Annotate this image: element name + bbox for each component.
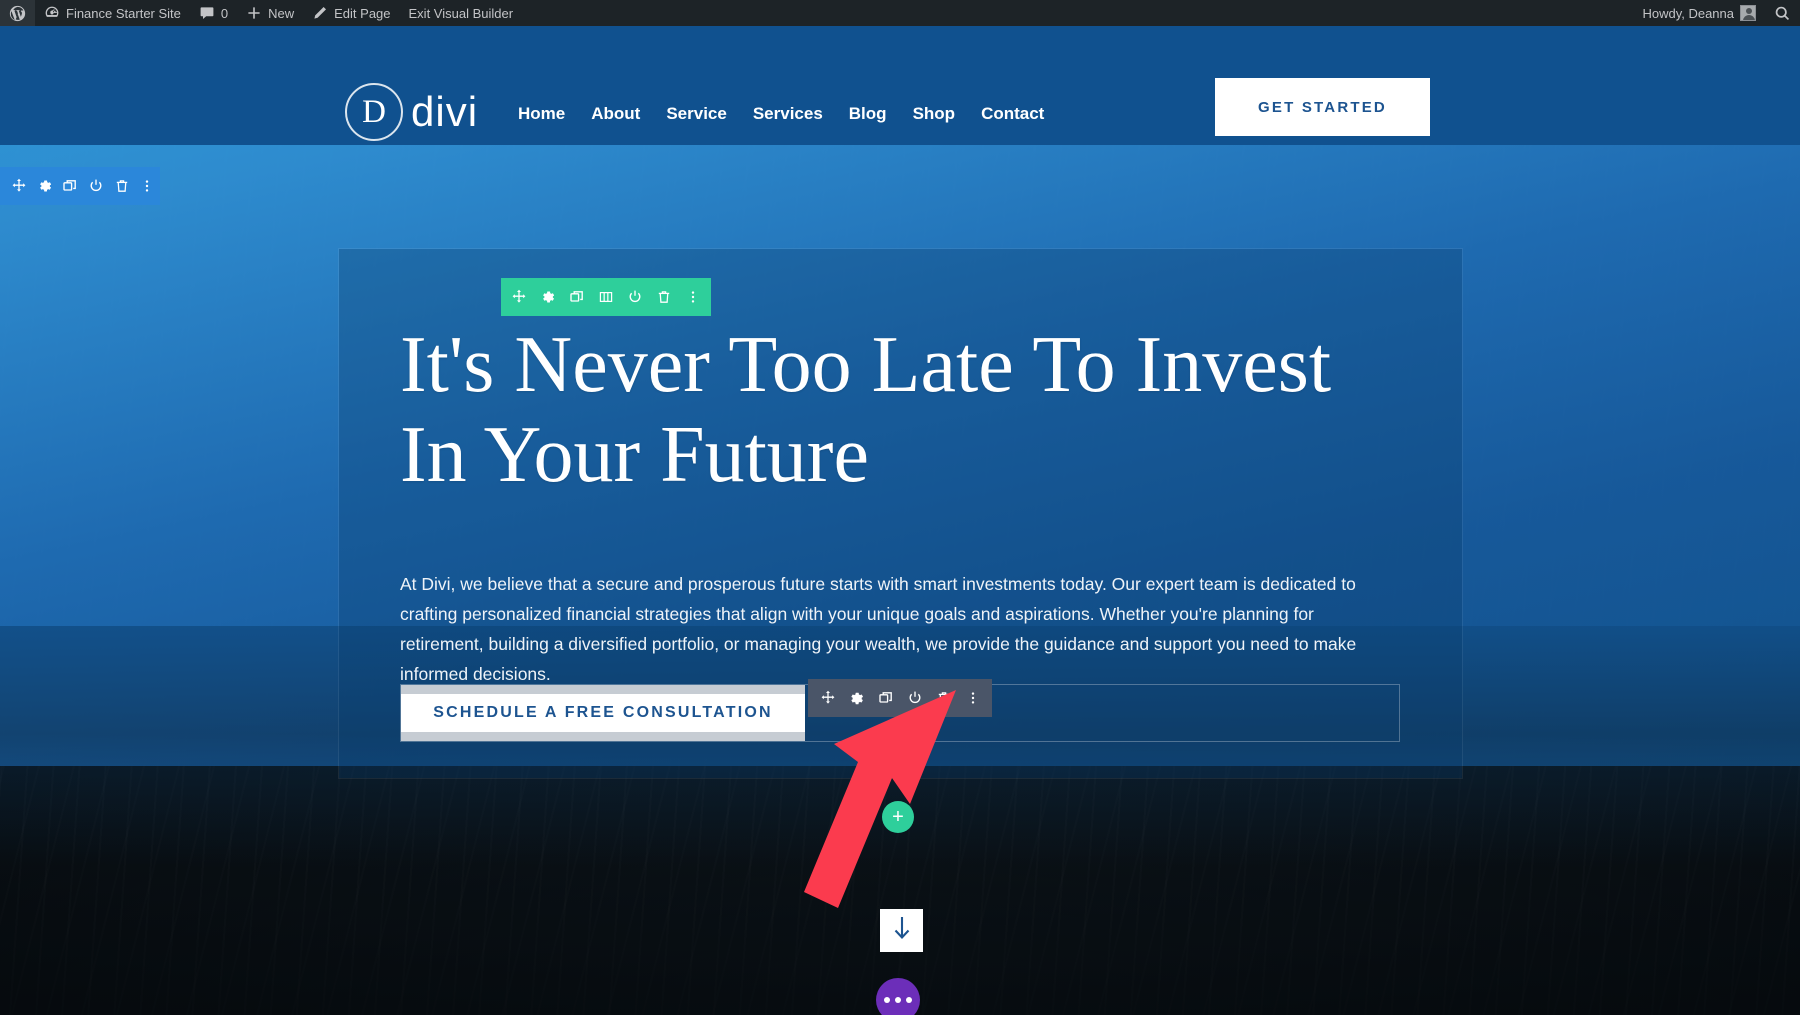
admin-bar-edit-page[interactable]: Edit Page — [303, 0, 399, 26]
vertical-dots-icon[interactable] — [134, 167, 160, 205]
three-dots-icon-dot3 — [906, 997, 912, 1003]
admin-bar-new-label: New — [268, 5, 295, 21]
wp-admin-bar: Finance Starter Site 0 New Edit Page Exi… — [0, 0, 1800, 26]
nav-item-service[interactable]: Service — [653, 98, 740, 130]
move-handle-icon[interactable] — [6, 167, 32, 205]
admin-bar-comments[interactable]: 0 — [190, 0, 237, 26]
admin-bar-site-name-label: Finance Starter Site — [66, 5, 181, 21]
site-header-inner: D divi Home About Service Services Blog … — [0, 26, 1800, 145]
move-handle-icon[interactable] — [813, 679, 842, 717]
schedule-consultation-button[interactable]: SCHEDULE A FREE CONSULTATION — [401, 685, 805, 741]
site-header: D divi Home About Service Services Blog … — [0, 26, 1800, 145]
module-toolbar — [808, 679, 992, 717]
trash-icon[interactable] — [650, 278, 679, 316]
pencil-icon — [312, 5, 328, 21]
admin-bar-search[interactable] — [1765, 0, 1800, 26]
site-logo[interactable]: D divi — [345, 83, 478, 141]
comment-bubble-icon — [199, 5, 215, 21]
vertical-dots-icon[interactable] — [958, 679, 987, 717]
arrow-down-icon — [890, 914, 914, 947]
admin-bar-greeting: Howdy, Deanna — [1642, 5, 1734, 21]
power-icon[interactable] — [83, 167, 109, 205]
trash-icon[interactable] — [109, 167, 135, 205]
admin-bar-edit-page-label: Edit Page — [334, 5, 391, 21]
nav-item-services[interactable]: Services — [740, 98, 836, 130]
admin-bar-exit-visual-builder-label: Exit Visual Builder — [408, 5, 514, 21]
duplicate-icon[interactable] — [871, 679, 900, 717]
admin-bar-exit-visual-builder[interactable]: Exit Visual Builder — [400, 0, 523, 26]
dashboard-icon — [44, 5, 60, 21]
scroll-down-button[interactable] — [880, 909, 923, 952]
duplicate-icon[interactable] — [57, 167, 83, 205]
admin-bar-wordpress-logo[interactable] — [0, 0, 35, 26]
admin-bar-my-account[interactable]: Howdy, Deanna — [1633, 0, 1765, 26]
nav-item-blog[interactable]: Blog — [836, 98, 900, 130]
nav-item-home[interactable]: Home — [505, 98, 578, 130]
gear-icon[interactable] — [534, 278, 563, 316]
page-canvas: D divi Home About Service Services Blog … — [0, 26, 1800, 1015]
power-icon[interactable] — [621, 278, 650, 316]
admin-bar-new[interactable]: New — [237, 0, 303, 26]
move-handle-icon[interactable] — [505, 278, 534, 316]
add-module-button[interactable]: + — [882, 733, 914, 765]
row-toolbar — [501, 278, 711, 316]
gear-icon[interactable] — [32, 167, 58, 205]
search-icon — [1774, 5, 1791, 22]
trash-icon[interactable] — [929, 679, 958, 717]
admin-bar-site-name[interactable]: Finance Starter Site — [35, 0, 190, 26]
three-dots-icon — [884, 997, 890, 1003]
hero-paragraph: At Divi, we believe that a secure and pr… — [400, 574, 1357, 685]
avatar — [1740, 5, 1756, 21]
add-row-button[interactable]: + — [882, 801, 914, 833]
admin-bar-comments-count: 0 — [220, 5, 229, 21]
section-toolbar — [0, 167, 160, 205]
wordpress-logo-icon — [9, 5, 26, 22]
columns-icon[interactable] — [592, 278, 621, 316]
divi-logo-icon: D — [345, 83, 403, 141]
get-started-button[interactable]: GET STARTED — [1215, 78, 1430, 136]
nav-item-about[interactable]: About — [578, 98, 653, 130]
vertical-dots-icon[interactable] — [679, 278, 708, 316]
nav-item-contact[interactable]: Contact — [968, 98, 1057, 130]
builder-settings-fab[interactable] — [876, 978, 920, 1015]
hero-title: It's Never Too Late To Invest In Your Fu… — [400, 321, 1332, 499]
nav-item-shop[interactable]: Shop — [900, 98, 969, 130]
power-icon[interactable] — [900, 679, 929, 717]
plus-icon — [246, 5, 262, 21]
three-dots-icon-dot2 — [895, 997, 901, 1003]
main-navigation: Home About Service Services Blog Shop Co… — [505, 98, 1057, 130]
duplicate-icon[interactable] — [563, 278, 592, 316]
gear-icon[interactable] — [842, 679, 871, 717]
site-logo-wordmark: divi — [411, 88, 479, 135]
